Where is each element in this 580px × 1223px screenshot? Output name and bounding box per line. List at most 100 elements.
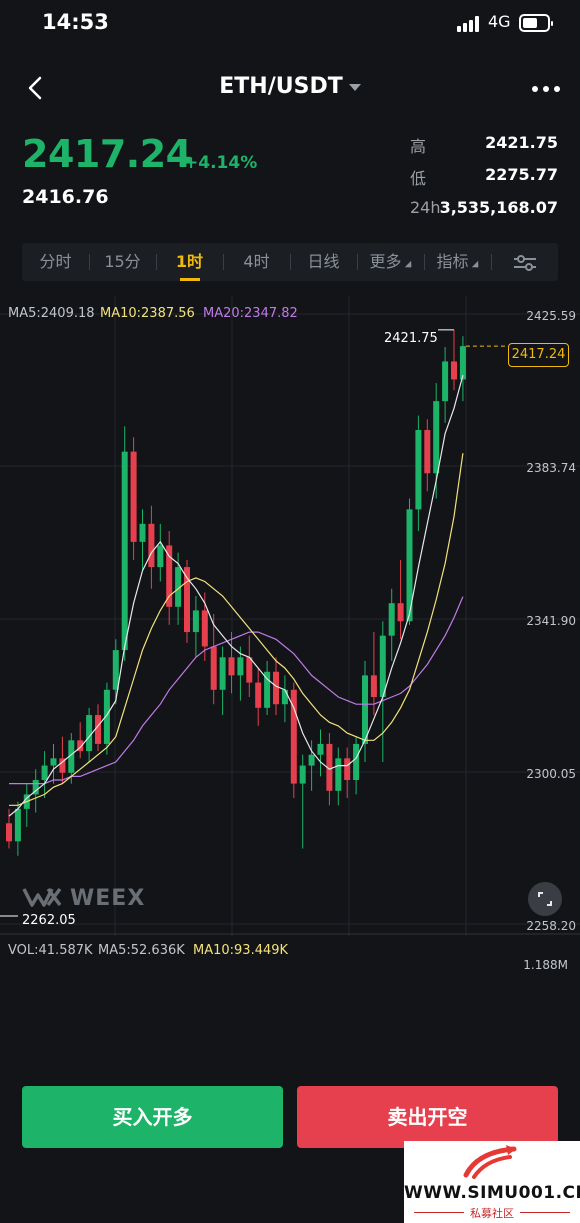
- sell-short-button[interactable]: 卖出开空: [297, 1086, 558, 1148]
- divider: [520, 1212, 570, 1213]
- more-icon[interactable]: [532, 86, 560, 92]
- brand-url: WWW.SIMU001.CN: [404, 1183, 580, 1203]
- vol-ma10-legend-text: MA10:93.449K: [193, 943, 289, 958]
- candle-body: [273, 671, 279, 705]
- tab-1h[interactable]: 1时: [156, 243, 223, 281]
- candle-body: [344, 758, 351, 780]
- candle-body: [139, 523, 146, 542]
- tab-indicators-label: 指标: [436, 252, 469, 271]
- last-price: 2417.24: [22, 132, 192, 176]
- price-axis-label: 2300.05: [526, 767, 576, 781]
- candle-body: [228, 657, 235, 676]
- corner-arrow-icon: [471, 260, 478, 268]
- brand-logo-icon: [463, 1145, 517, 1179]
- candle-body: [370, 675, 377, 698]
- fullscreen-button[interactable]: [528, 882, 562, 916]
- candlestick-chart[interactable]: [0, 296, 580, 936]
- candle-body: [379, 635, 386, 698]
- candle-body: [388, 603, 395, 636]
- tab-indicators[interactable]: 指标: [424, 243, 491, 281]
- pair-title: ETH/USDT: [219, 74, 343, 99]
- candle-body: [442, 361, 449, 402]
- candle-body: [201, 610, 208, 647]
- low-label: 低: [410, 169, 427, 188]
- tab-settings[interactable]: [491, 243, 558, 281]
- tab-more[interactable]: 更多: [357, 243, 424, 281]
- chevron-down-icon: [348, 83, 361, 91]
- high-label: 高: [410, 137, 427, 156]
- candle-body: [219, 657, 226, 690]
- high-value: 2421.75: [485, 133, 558, 152]
- ma20-legend-text: MA20:2347.82: [203, 306, 298, 321]
- ma5-line: [8, 375, 464, 817]
- candle-body: [459, 346, 466, 380]
- site-watermark: WWW.SIMU001.CN 私募社区: [404, 1141, 580, 1223]
- volume-axis-label: 1.188M: [523, 958, 568, 972]
- candle-body: [415, 429, 422, 510]
- ma20-legend: MA20:2347.82: [203, 306, 298, 321]
- high-marker-label: 2421.75: [384, 331, 438, 346]
- tab-timeline[interactable]: 分时: [22, 243, 89, 281]
- vol-ma5-legend-text: MA5:52.636K: [98, 943, 185, 958]
- ma10-line: [9, 453, 464, 806]
- price-axis-label: 2258.20: [526, 919, 576, 933]
- top-nav: ETH/USDT: [0, 60, 580, 116]
- candle-body: [237, 657, 244, 676]
- price-axis-label: 2425.59: [526, 309, 576, 323]
- ma10-legend: MA10:2387.56: [100, 306, 195, 321]
- tab-daily[interactable]: 日线: [290, 243, 357, 281]
- candle-body: [86, 715, 93, 752]
- volume-24h-label: 24h: [410, 198, 441, 217]
- candle-body: [246, 657, 253, 683]
- candle-body: [317, 743, 324, 755]
- vol-legend-text: VOL:41.587K: [8, 943, 93, 958]
- network-type: 4G: [488, 12, 511, 31]
- candle-body: [121, 451, 128, 651]
- volume-24h-value: 3,535,168.07: [439, 198, 558, 217]
- signal-icon: [457, 16, 479, 32]
- status-time: 14:53: [42, 10, 109, 34]
- candle-body: [210, 646, 217, 690]
- candle-body: [130, 451, 137, 542]
- candle-body: [6, 823, 12, 842]
- candle-body: [308, 754, 315, 766]
- candle-body: [424, 429, 431, 474]
- ma20-line: [9, 596, 464, 785]
- low-value: 2275.77: [485, 165, 558, 184]
- weex-logo-icon: [22, 887, 62, 907]
- tab-more-label: 更多: [369, 252, 402, 271]
- candle-body: [50, 758, 57, 766]
- candle-body: [192, 610, 199, 633]
- interval-tabs: 分时 15分 1时 4时 日线 更多 指标: [22, 243, 558, 281]
- candle-body: [14, 808, 21, 842]
- candle-body: [166, 545, 173, 607]
- weex-watermark: WEEX: [22, 885, 145, 911]
- ma5-legend: MA5:2409.18: [8, 306, 95, 321]
- tab-4h[interactable]: 4时: [223, 243, 290, 281]
- candle-body: [157, 545, 164, 568]
- vol-ma10-legend: MA10:93.449K: [193, 943, 288, 958]
- battery-icon: [519, 14, 553, 32]
- tab-15m[interactable]: 15分: [89, 243, 156, 281]
- candle-body: [299, 765, 306, 784]
- current-price-tag: 2417.24: [508, 343, 569, 367]
- watermark-text: WEEX: [70, 886, 146, 911]
- ma5-legend-text: MA5:2409.18: [8, 306, 95, 321]
- candle-body: [41, 765, 48, 780]
- candle-body: [397, 603, 404, 622]
- price-axis-label: 2341.90: [526, 614, 576, 628]
- pair-selector[interactable]: ETH/USDT: [0, 74, 580, 99]
- candle-body: [353, 743, 360, 780]
- vol-ma5-legend: MA5:52.636K: [98, 943, 185, 958]
- candle-body: [112, 650, 119, 690]
- ma10-legend-text: MA10:2387.56: [100, 306, 195, 321]
- change-percent: +4.14%: [184, 153, 258, 173]
- candle-body: [433, 401, 440, 474]
- brand-name: 私募社区: [470, 1207, 514, 1220]
- status-bar: 14:53 4G: [0, 0, 580, 48]
- buy-long-button[interactable]: 买入开多: [22, 1086, 283, 1148]
- candle-body: [281, 689, 288, 705]
- expand-icon: [538, 892, 552, 906]
- index-price: 2416.76: [22, 186, 109, 208]
- vol-legend: VOL:41.587K: [8, 943, 93, 958]
